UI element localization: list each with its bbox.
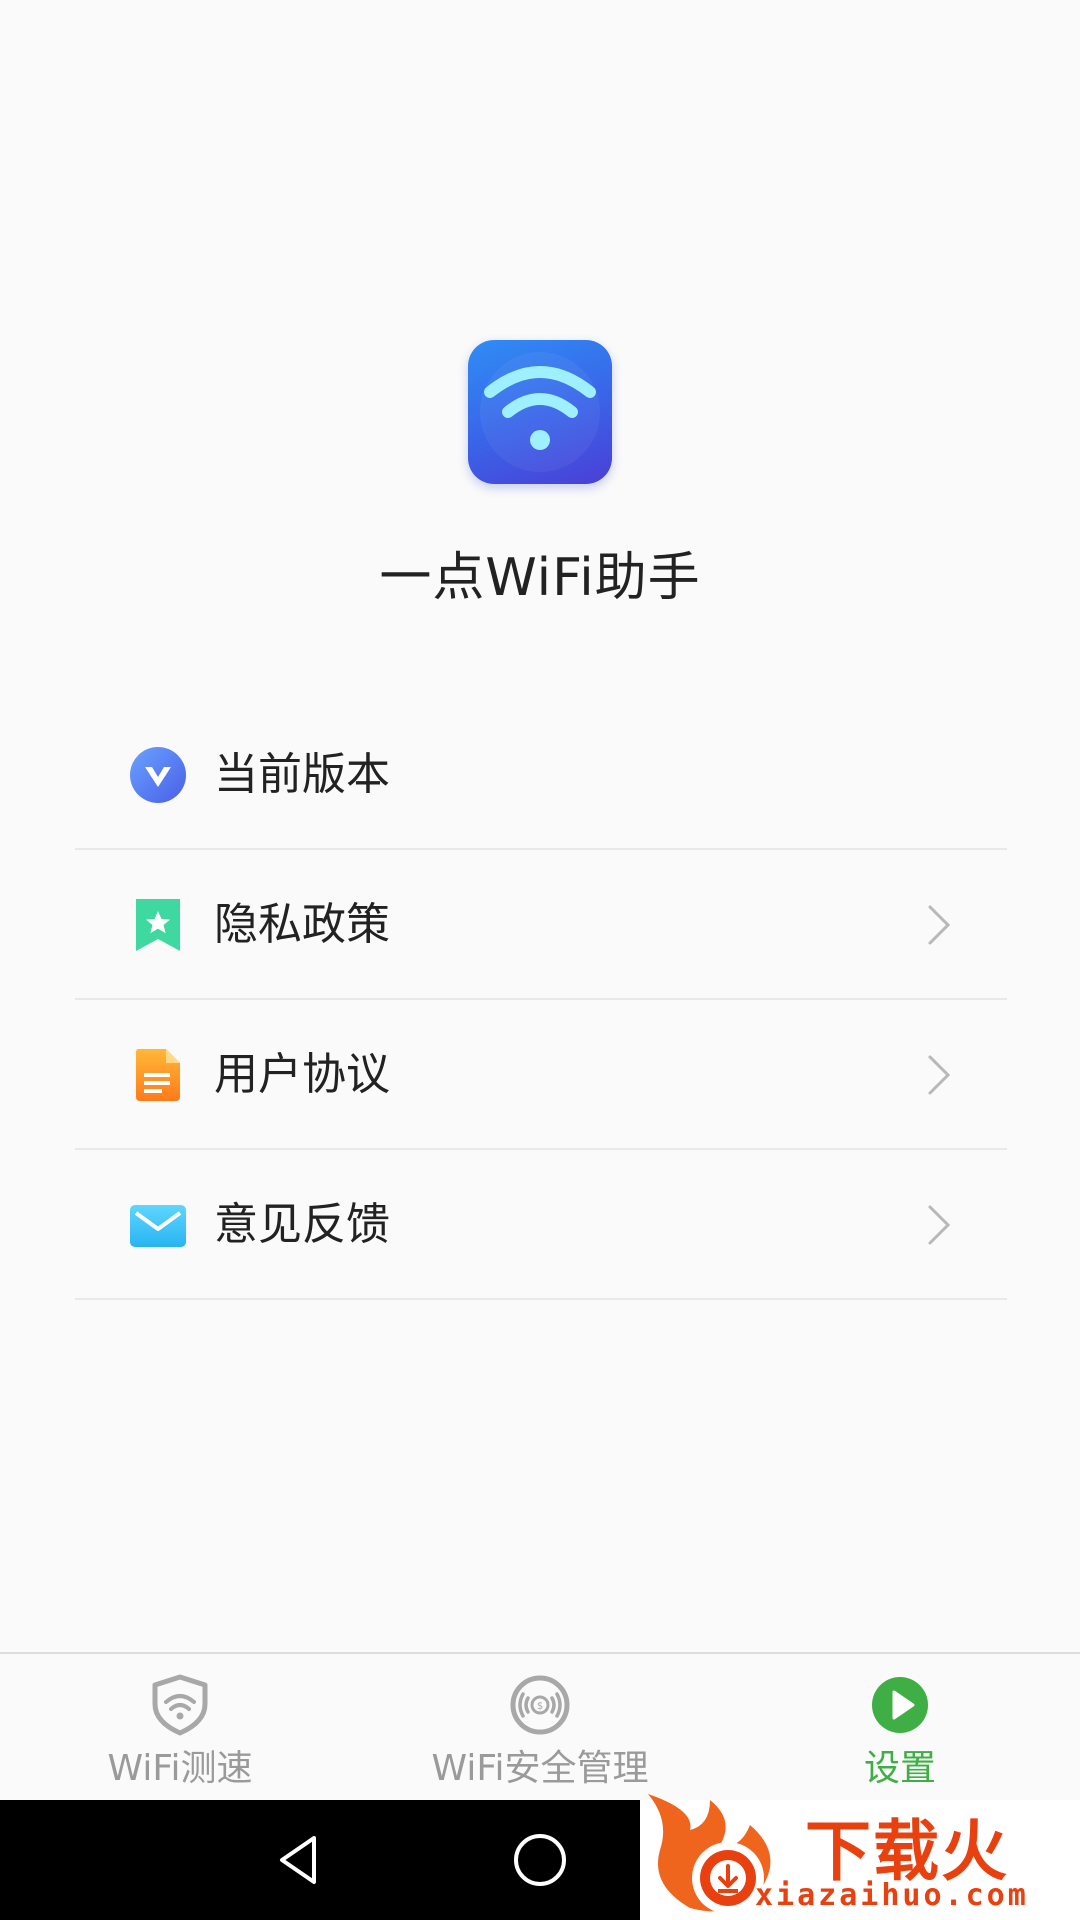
home-icon[interactable] (510, 1830, 570, 1890)
menu-item-version[interactable]: 当前版本 (75, 700, 1007, 850)
wifi-coin-icon: $ (510, 1675, 570, 1735)
tab-settings[interactable]: 设置 (780, 1654, 1020, 1802)
chevron-right-icon (928, 905, 951, 945)
tab-wifi-speed-test[interactable]: WiFi测速 (60, 1654, 300, 1802)
svg-text:$: $ (537, 1701, 543, 1712)
settings-menu: 当前版本 隐私政策 用户协议 意见反馈 (75, 700, 1007, 1300)
wifi-icon (480, 352, 600, 472)
menu-item-label: 意见反馈 (214, 1199, 390, 1250)
document-icon (136, 1049, 180, 1101)
play-circle-icon (872, 1677, 928, 1733)
tab-label: 设置 (863, 1748, 936, 1789)
menu-item-feedback[interactable]: 意见反馈 (75, 1150, 1007, 1300)
chevron-right-icon (928, 1205, 951, 1245)
bookmark-star-icon (136, 899, 180, 951)
watermark-url: xiazaihuo.com (755, 1878, 1029, 1913)
chevron-right-icon (928, 1055, 951, 1095)
menu-item-label: 当前版本 (214, 749, 390, 800)
version-v-icon (130, 747, 186, 803)
wifi-shield-icon (152, 1674, 208, 1736)
bottom-tab-bar: WiFi测速 $ WiFi安全管理 设置 (0, 1652, 1080, 1800)
tab-label: WiFi测速 (107, 1748, 253, 1789)
mail-icon (130, 1205, 186, 1247)
menu-item-label: 用户协议 (214, 1049, 390, 1100)
tab-wifi-security[interactable]: $ WiFi安全管理 (400, 1654, 680, 1802)
tab-label: WiFi安全管理 (431, 1748, 649, 1789)
settings-screen: 一点WiFi助手 当前版本 隐私政策 用户协议 意见反馈 WiFi测速 $ Wi… (0, 0, 1080, 1920)
menu-item-label: 隐私政策 (214, 899, 390, 950)
menu-item-user-agreement[interactable]: 用户协议 (75, 1000, 1007, 1150)
app-logo (468, 340, 612, 484)
back-icon[interactable] (270, 1830, 330, 1890)
app-name: 一点WiFi助手 (379, 548, 701, 608)
watermark: 下载火 xiazaihuo.com (640, 1790, 1080, 1920)
menu-item-privacy-policy[interactable]: 隐私政策 (75, 850, 1007, 1000)
